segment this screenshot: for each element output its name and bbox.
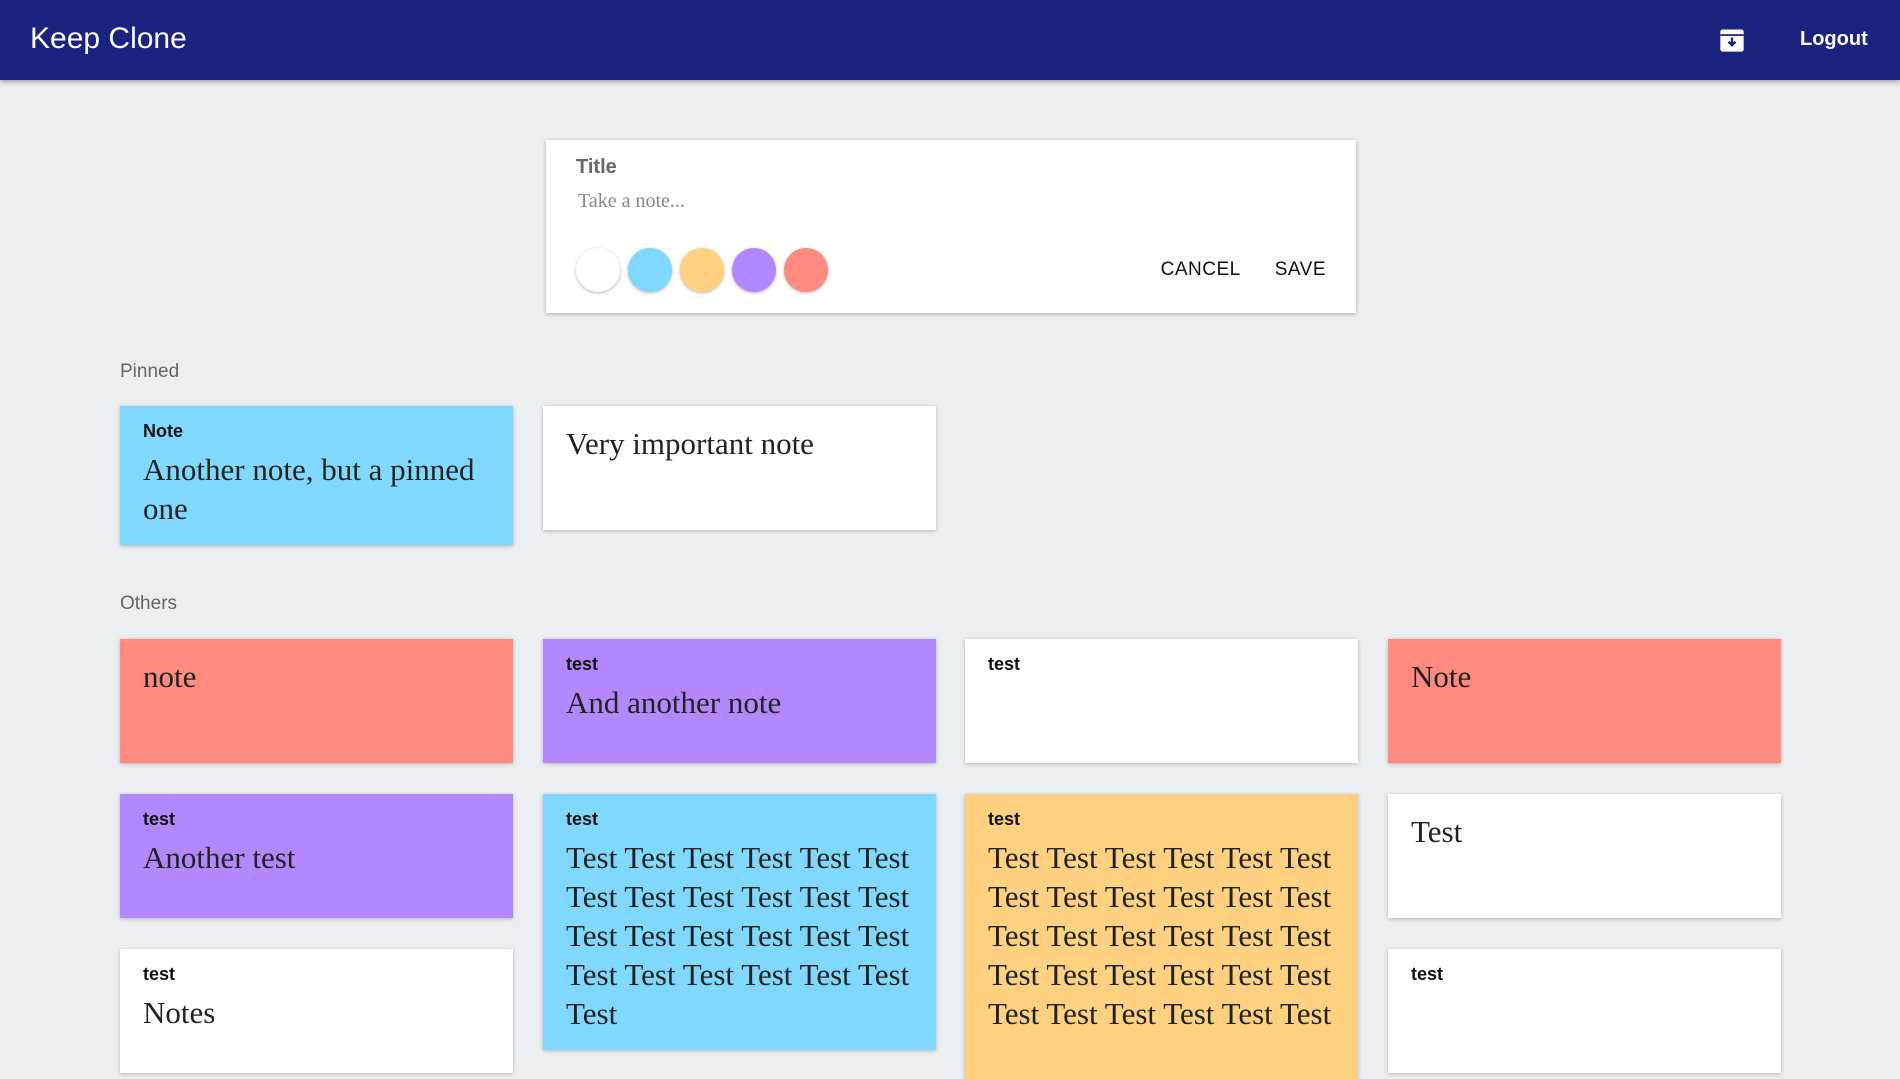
color-swatch-red[interactable] <box>784 248 828 292</box>
note-card[interactable]: test Test Test Test Test Test Test Test … <box>543 794 936 1050</box>
note-body: Very important note <box>566 426 814 461</box>
app-title: Keep Clone <box>30 22 187 55</box>
note-card[interactable]: test Notes <box>120 949 513 1073</box>
save-button[interactable]: SAVE <box>1275 259 1326 281</box>
note-body: And another note <box>566 685 782 720</box>
note-title: test <box>566 654 599 674</box>
color-swatch-orange[interactable] <box>680 248 724 292</box>
note-card[interactable]: Note <box>1388 639 1781 763</box>
pinned-section-label: Pinned <box>120 361 180 382</box>
note-card[interactable]: test Another test <box>120 794 513 918</box>
note-title: test <box>988 809 1021 829</box>
note-body: Notes <box>143 995 216 1030</box>
note-body-input[interactable] <box>578 190 1278 213</box>
app-bar: Keep Clone Logout <box>0 0 1900 80</box>
note-card[interactable]: test And another note <box>543 639 936 763</box>
note-card[interactable]: test Test Test Test Test Test Test Test … <box>965 794 1358 1079</box>
note-body: Another test <box>143 840 296 875</box>
note-title: test <box>988 654 1021 674</box>
note-body: Another note, but a pinned one <box>143 452 475 526</box>
color-swatch-white[interactable] <box>576 248 620 292</box>
note-title: test <box>143 964 176 984</box>
note-body: Note <box>1411 659 1472 694</box>
cancel-button[interactable]: CANCEL <box>1161 259 1241 281</box>
note-body: Test <box>1411 814 1463 849</box>
pinned-note-card[interactable]: Very important note <box>543 406 936 530</box>
pinned-note-card[interactable]: Note Another note, but a pinned one <box>120 406 513 545</box>
note-title-input[interactable] <box>576 156 1276 179</box>
note-title: test <box>566 809 599 829</box>
note-body: Test Test Test Test Test Test Test Test … <box>566 840 910 1031</box>
others-section-label: Others <box>120 593 178 614</box>
note-card[interactable]: test <box>1388 949 1781 1073</box>
note-composer: CANCEL SAVE <box>546 140 1356 313</box>
color-swatch-blue[interactable] <box>628 248 672 292</box>
note-title: test <box>143 809 176 829</box>
note-title: Note <box>143 421 183 441</box>
color-picker <box>576 248 828 292</box>
note-body: note <box>143 659 197 694</box>
note-card[interactable]: note <box>120 639 513 763</box>
archive-icon <box>1720 29 1744 52</box>
composer-actions: CANCEL SAVE <box>1161 259 1326 281</box>
note-body: Test Test Test Test Test Test Test Test … <box>988 840 1332 1031</box>
note-card[interactable]: Test <box>1388 794 1781 918</box>
note-title: test <box>1411 964 1444 984</box>
logout-button[interactable]: Logout <box>1800 28 1868 51</box>
color-swatch-purple[interactable] <box>732 248 776 292</box>
archive-button[interactable] <box>1718 26 1746 54</box>
note-card[interactable]: test <box>965 639 1358 763</box>
